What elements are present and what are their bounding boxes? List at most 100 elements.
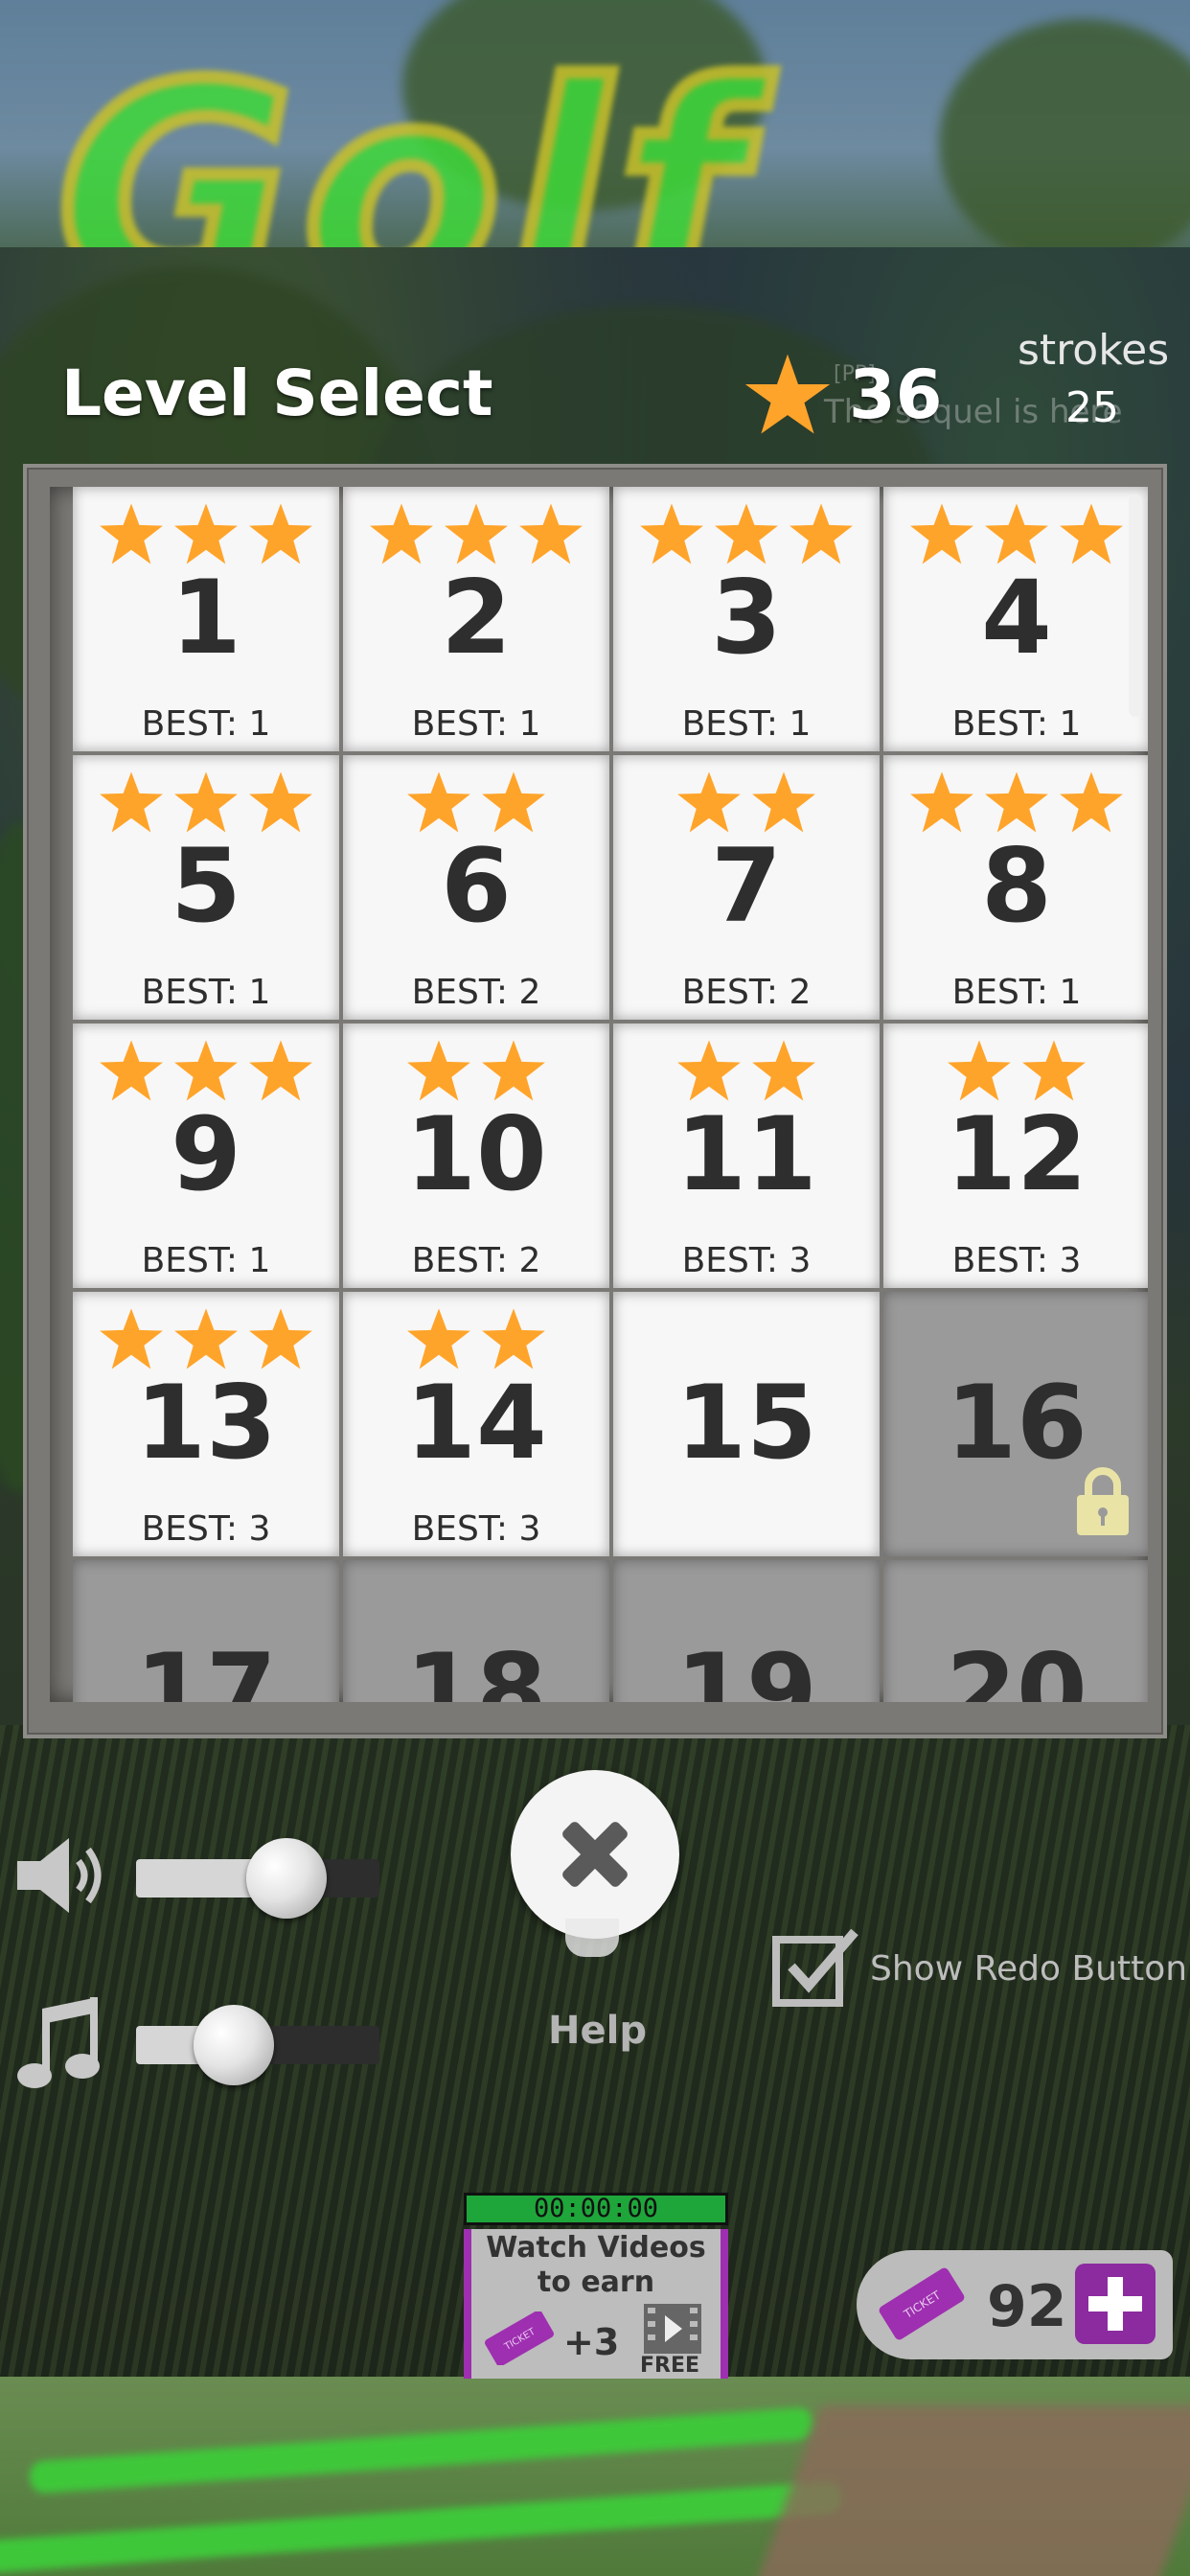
golf-ball-slider-knob[interactable] (193, 2005, 274, 2085)
level-stars (343, 1307, 609, 1370)
level-grid-scrollbar[interactable] (1127, 487, 1144, 1702)
star-icon (948, 1040, 1011, 1101)
star-icon (100, 771, 163, 833)
level-stars (883, 770, 1148, 834)
page-title: Level Select (61, 356, 493, 430)
level-number: 8 (981, 827, 1052, 945)
level-tile-2[interactable]: 2 BEST: 1 (343, 487, 609, 751)
reward-amount: +3 (563, 2321, 620, 2363)
level-best-score: BEST: 1 (141, 973, 271, 1012)
level-number: 10 (405, 1095, 547, 1213)
level-best-score: BEST: 1 (141, 704, 271, 744)
help-label[interactable]: Help (548, 2009, 647, 2053)
help-tab[interactable] (565, 1919, 619, 1957)
star-icon (174, 1308, 238, 1369)
star-icon (1022, 1040, 1086, 1101)
level-tile-16[interactable]: 16 (883, 1292, 1148, 1556)
video-timer: 00:00:00 (464, 2193, 728, 2225)
level-tile-12[interactable]: 12 BEST: 3 (883, 1024, 1148, 1288)
level-tile-11[interactable]: 11 BEST: 3 (613, 1024, 880, 1288)
level-grid-viewport[interactable]: 1 BEST: 1 2 BEST: 1 3 BEST: 1 4 BEST: 1 5 BEST: 1… (50, 487, 1148, 1702)
game-logo: Golf (51, 24, 753, 250)
level-stars (343, 502, 609, 565)
level-tile-5[interactable]: 5 BEST: 1 (73, 755, 339, 1020)
star-icon (100, 1308, 163, 1369)
level-tile-9[interactable]: 9 BEST: 1 (73, 1024, 339, 1288)
level-tile-13[interactable]: 13 BEST: 3 (73, 1292, 339, 1556)
level-tile-18[interactable]: 18 (343, 1560, 609, 1702)
star-icon (249, 1308, 312, 1369)
level-stars (613, 770, 880, 834)
level-stars (883, 502, 1148, 565)
level-stars (73, 1039, 339, 1102)
level-stars (883, 1039, 1148, 1102)
course-rail (28, 2406, 815, 2495)
level-number: 3 (711, 559, 782, 677)
watch-videos-button[interactable]: Watch Videos to earn TICKET +3 FREE (464, 2229, 728, 2379)
level-tile-14[interactable]: 14 BEST: 3 (343, 1292, 609, 1556)
level-tile-3[interactable]: 3 BEST: 1 (613, 487, 880, 751)
background-minigolf-course (0, 2377, 1190, 2576)
close-button[interactable] (511, 1770, 679, 1939)
star-icon (910, 503, 973, 564)
ticket-counter: TICKET 92 (857, 2250, 1173, 2359)
level-tile-10[interactable]: 10 BEST: 2 (343, 1024, 609, 1288)
star-icon (407, 1040, 470, 1101)
star-icon (174, 1040, 238, 1101)
show-redo-label[interactable]: Show Redo Button (870, 1949, 1187, 1989)
level-tile-7[interactable]: 7 BEST: 2 (613, 755, 880, 1020)
level-number: 11 (675, 1095, 817, 1213)
level-best-score: BEST: 2 (411, 1241, 541, 1280)
golf-ball-slider-knob[interactable] (246, 1838, 328, 1919)
lock-icon (1077, 1467, 1129, 1535)
level-tile-17[interactable]: 17 (73, 1560, 339, 1702)
star-icon (1060, 503, 1123, 564)
strokes-label: strokes (1018, 326, 1170, 375)
scrollbar-thumb[interactable] (1129, 494, 1142, 717)
star-icon (100, 503, 163, 564)
level-tile-4[interactable]: 4 BEST: 1 (883, 487, 1148, 751)
level-tile-1[interactable]: 1 BEST: 1 (73, 487, 339, 751)
buy-tickets-button[interactable] (1075, 2264, 1156, 2344)
level-number: 20 (946, 1632, 1087, 1703)
background-tree (939, 19, 1190, 249)
star-icon (790, 503, 853, 564)
level-grid-panel: 1 BEST: 1 2 BEST: 1 3 BEST: 1 4 BEST: 1 5 BEST: 1… (23, 464, 1167, 1738)
level-tile-6[interactable]: 6 BEST: 2 (343, 755, 609, 1020)
level-number: 13 (135, 1364, 277, 1482)
level-tile-15[interactable]: 15 (613, 1292, 880, 1556)
star-icon (677, 1040, 741, 1101)
level-number: 7 (711, 827, 782, 945)
level-best-score: BEST: 3 (411, 1509, 541, 1549)
course-wood (750, 2405, 1190, 2576)
star-icon (482, 1308, 545, 1369)
star-icon (715, 503, 778, 564)
star-icon (677, 771, 741, 833)
ticket-icon: TICKET (485, 2312, 554, 2365)
level-stars (73, 502, 339, 565)
watch-videos-title-line1: Watch Videos (486, 2231, 706, 2265)
star-icon (370, 503, 433, 564)
level-tile-19[interactable]: 19 (613, 1560, 880, 1702)
level-stars (343, 770, 609, 834)
sound-volume-slider[interactable] (136, 1838, 379, 1919)
level-number: 9 (171, 1095, 241, 1213)
level-best-score: BEST: 3 (951, 1241, 1082, 1280)
music-volume-slider[interactable] (136, 2005, 379, 2085)
total-stars-count: 36 (849, 356, 943, 434)
level-best-score: BEST: 2 (411, 973, 541, 1012)
level-tile-8[interactable]: 8 BEST: 1 (883, 755, 1148, 1020)
show-redo-checkbox[interactable] (772, 1926, 860, 2007)
level-number: 15 (675, 1364, 817, 1482)
ticket-count: 92 (987, 2273, 1067, 2340)
star-icon (985, 771, 1048, 833)
level-best-score: BEST: 1 (681, 704, 812, 744)
level-best-score: BEST: 1 (951, 704, 1082, 744)
level-stars (613, 1039, 880, 1102)
level-number: 2 (441, 559, 512, 677)
star-icon (519, 503, 583, 564)
level-tile-20[interactable]: 20 (883, 1560, 1148, 1702)
level-stars (73, 770, 339, 834)
star-icon (640, 503, 703, 564)
star-icon (910, 771, 973, 833)
